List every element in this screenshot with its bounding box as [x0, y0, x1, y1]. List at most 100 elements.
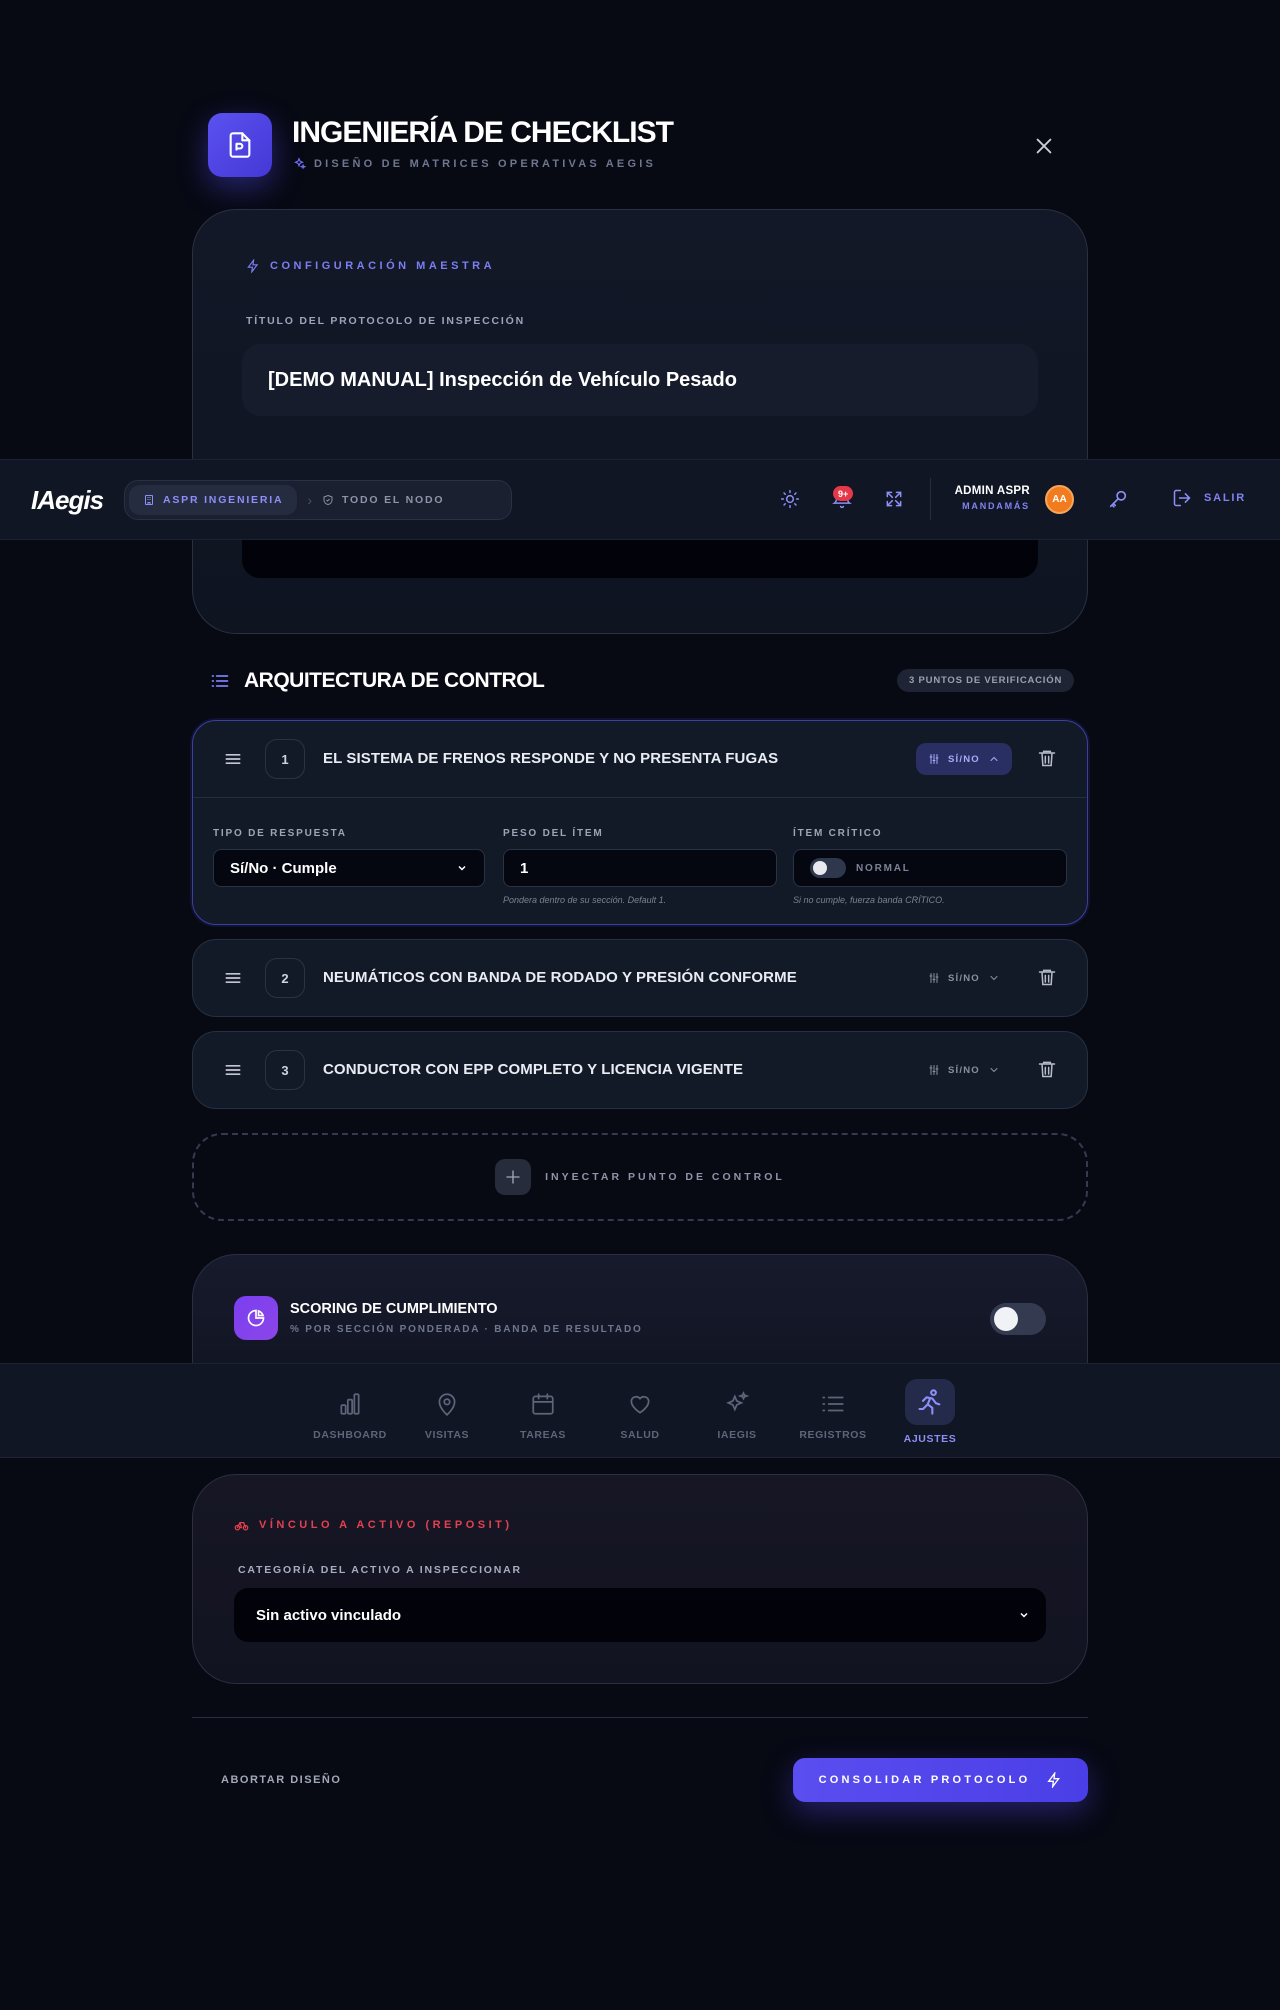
sparkles-icon — [294, 157, 306, 170]
architecture-title: ARQUITECTURA DE CONTROL — [244, 669, 545, 692]
asset-category-label: CATEGORÍA DEL ACTIVO A INSPECCIONAR — [238, 1564, 522, 1576]
crumb-company[interactable]: ASPR INGENIERIA — [129, 485, 298, 515]
logout-icon — [1173, 489, 1191, 507]
checkpoint-text: CONDUCTOR CON EPP COMPLETO Y LICENCIA VI… — [323, 1061, 744, 1078]
sparkles-icon — [720, 1387, 754, 1421]
response-type-toggle[interactable]: SÍ/NO — [916, 743, 1012, 775]
chevron-down-icon — [990, 976, 998, 981]
delete-button[interactable] — [1037, 747, 1057, 769]
close-icon — [1036, 138, 1052, 154]
user-name: ADMIN ASPR — [954, 485, 1030, 497]
pie-chart-icon — [234, 1296, 278, 1340]
key-button[interactable] — [1104, 485, 1132, 513]
critical-toggle-field[interactable]: NORMAL — [793, 849, 1067, 887]
checkpoint-number: 2 — [265, 958, 305, 998]
tab-tareas[interactable]: TAREAS — [498, 1387, 588, 1441]
chevron-down-icon — [1020, 1612, 1028, 1618]
scoring-toggle[interactable] — [990, 1303, 1046, 1335]
chevron-right-icon: › — [307, 492, 313, 508]
tab-ajustes[interactable]: AJUSTES — [885, 1379, 975, 1445]
scoring-subtitle: % POR SECCIÓN PONDERADA · BANDA DE RESUL… — [290, 1324, 643, 1335]
asset-category-select[interactable]: Sin activo vinculado — [234, 1588, 1046, 1642]
sun-icon — [780, 489, 800, 509]
calendar-icon — [526, 1387, 560, 1421]
breadcrumb: ASPR INGENIERIA › TODO EL NODO — [124, 480, 512, 520]
modal-subtitle-text: DISEÑO DE MATRICES OPERATIVAS AEGIS — [314, 158, 657, 170]
theme-toggle-button[interactable] — [776, 485, 804, 513]
trash-icon — [1038, 969, 1056, 986]
response-type-toggle[interactable]: SÍ/NO — [916, 962, 1012, 994]
expand-icon — [886, 491, 902, 507]
master-section-label: CONFIGURACIÓN MAESTRA — [246, 259, 495, 273]
chevron-down-icon — [458, 865, 466, 871]
tab-iaegis[interactable]: IAEGIS — [692, 1387, 782, 1441]
close-button[interactable] — [1028, 130, 1060, 162]
list-icon — [210, 671, 230, 691]
logo[interactable]: IAegis — [31, 485, 104, 516]
weight-input[interactable]: 1 — [503, 849, 777, 887]
modal-title: INGENIERÍA DE CHECKLIST — [292, 116, 674, 149]
tab-salud[interactable]: SALUD — [595, 1387, 685, 1441]
protocol-title-label: TÍTULO DEL PROTOCOLO DE INSPECCIÓN — [246, 315, 525, 327]
sliders-icon — [929, 973, 939, 983]
lightning-icon — [247, 259, 259, 273]
checklist-doc-icon — [208, 113, 272, 177]
weight-hint: Pondera dentro de su sección. Default 1. — [503, 895, 667, 905]
drag-handle-icon[interactable] — [223, 968, 243, 988]
avatar[interactable]: AA — [1045, 485, 1074, 514]
user-role: MANDAMÁS — [962, 501, 1030, 511]
response-type-select[interactable]: Sí/No · Cumple — [213, 849, 485, 887]
key-icon — [1109, 490, 1127, 508]
response-type-label: TIPO DE RESPUESTA — [213, 828, 347, 839]
map-pin-icon — [430, 1387, 464, 1421]
trash-icon — [1038, 750, 1056, 767]
runner-icon — [905, 1379, 955, 1425]
tab-dashboard[interactable]: DASHBOARD — [305, 1387, 395, 1441]
shield-icon — [323, 494, 333, 506]
modal-subtitle: DISEÑO DE MATRICES OPERATIVAS AEGIS — [292, 157, 656, 171]
critical-toggle[interactable] — [810, 858, 846, 878]
scoring-title: SCORING DE CUMPLIMIENTO — [290, 1301, 498, 1317]
footer-divider — [192, 1717, 1088, 1718]
bicycle-icon — [234, 1522, 249, 1531]
asset-section-label: VÍNCULO A ACTIVO (REPOSIT) — [234, 1517, 513, 1532]
checkpoint-text: EL SISTEMA DE FRENOS RESPONDE Y NO PRESE… — [323, 750, 779, 767]
asset-link-card — [192, 1474, 1088, 1684]
drag-handle-icon[interactable] — [223, 1060, 243, 1080]
logout-button[interactable]: SALIR — [1172, 488, 1246, 508]
building-icon — [145, 495, 153, 505]
lightning-icon — [1047, 1772, 1061, 1788]
tab-registros[interactable]: REGISTROS — [788, 1387, 878, 1441]
checkpoint-number: 1 — [265, 739, 305, 779]
delete-button[interactable] — [1037, 1058, 1057, 1080]
chevron-up-icon — [990, 756, 998, 761]
checkpoint-item-2[interactable]: 2 NEUMÁTICOS CON BANDA DE RODADO Y PRESI… — [192, 939, 1088, 1017]
checkpoint-number: 3 — [265, 1050, 305, 1090]
crumb-node[interactable]: TODO EL NODO — [322, 494, 444, 506]
critical-hint: Si no cumple, fuerza banda CRÍTICO. — [793, 895, 945, 905]
heart-icon — [623, 1387, 657, 1421]
critical-label: ÍTEM CRÍTICO — [793, 828, 883, 839]
trash-icon — [1038, 1061, 1056, 1078]
checkpoint-count-badge: 3 PUNTOS DE VERIFICACIÓN — [897, 669, 1075, 692]
weight-label: PESO DEL ÍTEM — [503, 828, 604, 839]
consolidate-protocol-button[interactable]: CONSOLIDAR PROTOCOLO — [793, 1758, 1088, 1802]
inject-checkpoint-button[interactable]: INYECTAR PUNTO DE CONTROL — [192, 1133, 1088, 1221]
checkpoint-header[interactable]: 1 EL SISTEMA DE FRENOS RESPONDE Y NO PRE… — [193, 721, 1087, 797]
checkpoint-item-3[interactable]: 3 CONDUCTOR CON EPP COMPLETO Y LICENCIA … — [192, 1031, 1088, 1109]
checkpoint-details: TIPO DE RESPUESTA Sí/No · Cumple PESO DE… — [193, 797, 1087, 924]
bar-chart-icon — [333, 1387, 367, 1421]
notification-badge: 9+ — [833, 486, 854, 501]
protocol-title-input[interactable]: [DEMO MANUAL] Inspección de Vehículo Pes… — [242, 344, 1038, 416]
drag-handle-icon[interactable] — [223, 749, 243, 769]
tab-visitas[interactable]: VISITAS — [402, 1387, 492, 1441]
abort-design-button[interactable]: ABORTAR DISEÑO — [221, 1774, 341, 1786]
fullscreen-button[interactable] — [880, 485, 908, 513]
response-type-toggle[interactable]: SÍ/NO — [916, 1054, 1012, 1086]
checkpoint-item-1: 1 EL SISTEMA DE FRENOS RESPONDE Y NO PRE… — [192, 720, 1088, 925]
delete-button[interactable] — [1037, 966, 1057, 988]
chevron-down-icon — [990, 1068, 998, 1073]
list-icon — [816, 1387, 850, 1421]
plus-icon — [495, 1159, 532, 1195]
checkpoint-text: NEUMÁTICOS CON BANDA DE RODADO Y PRESIÓN… — [323, 969, 797, 986]
